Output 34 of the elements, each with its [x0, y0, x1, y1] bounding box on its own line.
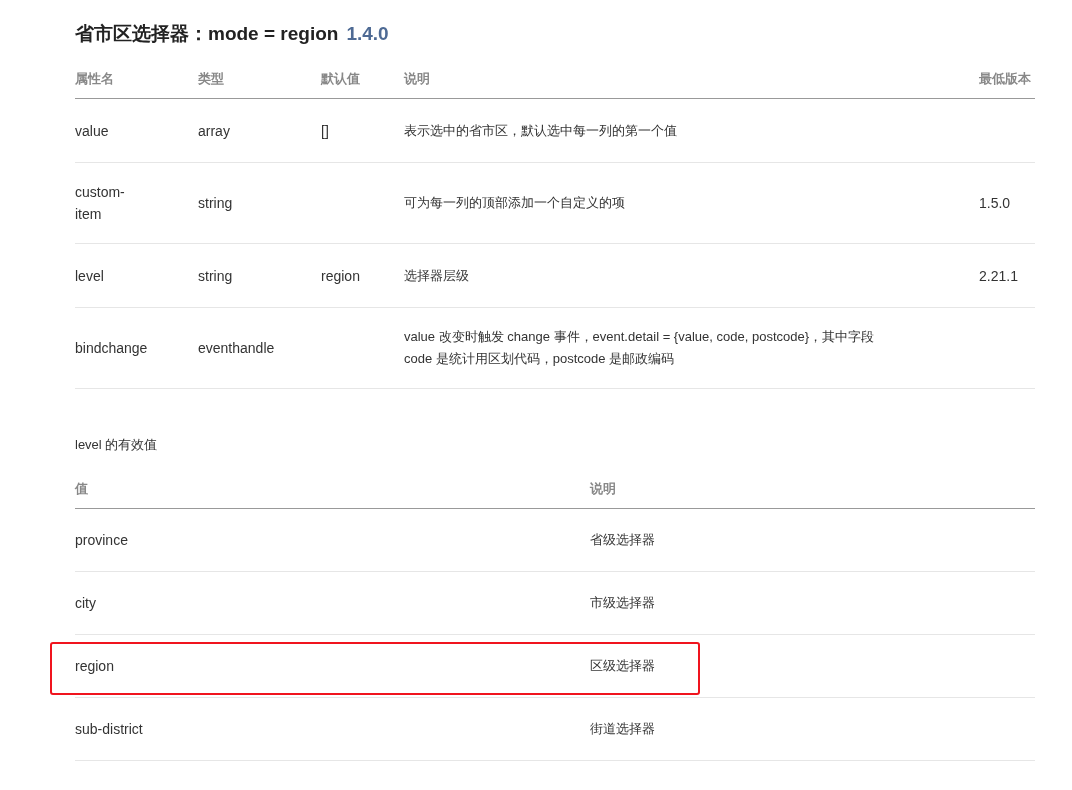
table-cell-text: level [75, 266, 104, 286]
table-cell: 市级选择器 [590, 595, 655, 610]
table-cell-text: bindchange [75, 339, 147, 358]
table-cell: sub-district [75, 721, 143, 737]
table-cell: array [198, 122, 230, 139]
table-cell: string [198, 195, 233, 211]
table-cell: 选择器层级 [404, 267, 469, 283]
table-cell: 2.21.1 [979, 267, 1018, 284]
table-cell-text: value [75, 121, 109, 141]
column-header: 最低版本 [979, 48, 1035, 99]
table-cell-text: custom-item [75, 183, 126, 224]
version-label: 1.4.0 [346, 22, 389, 46]
table-cell: eventhandle [198, 340, 275, 356]
table-cell: 表示选中的省市区，默认选中每一列的第一个值 [404, 122, 677, 138]
column-header: 值 [75, 454, 590, 509]
column-header: 类型 [198, 48, 321, 99]
table-cell: city [75, 595, 96, 611]
page-title: 省市区选择器：mode = region [75, 22, 339, 46]
table-cell: 区级选择器 [590, 658, 655, 673]
table-cell: 街道选择器 [590, 721, 655, 736]
table-cell: [] [321, 122, 329, 139]
table-cell: province [75, 532, 128, 548]
column-header: 说明 [404, 48, 979, 99]
table-cell: region [321, 267, 360, 284]
table-cell: 省级选择器 [590, 532, 655, 547]
table-cell: 可为每一列的顶部添加一个自定义的项 [404, 195, 625, 210]
table-cell: region [75, 658, 114, 674]
column-header: 说明 [590, 454, 1035, 509]
section-caption: level 的有效值 [75, 436, 159, 454]
column-header: 属性名 [75, 48, 198, 99]
table-cell: 1.5.0 [979, 195, 1011, 211]
table-cell: value 改变时触发 change 事件，event.detail = {value, code, postcode}，其中字段 code 是统计用区划代码，postcode 是邮政编码 [404, 329, 875, 366]
column-header: 默认值 [321, 48, 404, 99]
table-cell: string [198, 267, 233, 284]
